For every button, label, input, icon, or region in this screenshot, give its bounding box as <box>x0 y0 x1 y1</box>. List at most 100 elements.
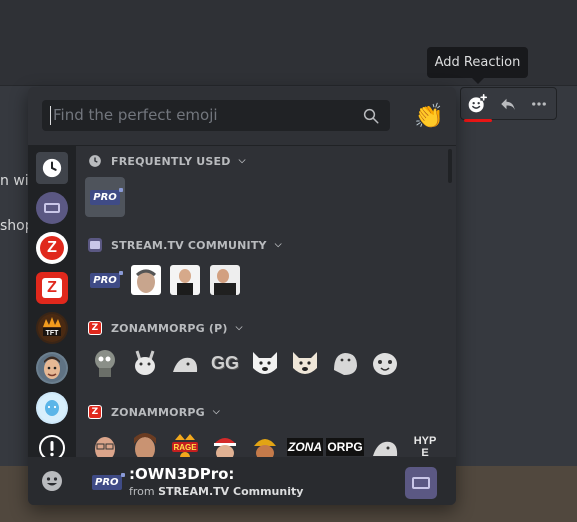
emoji-blob-2[interactable] <box>369 431 401 457</box>
emoji-search-input[interactable]: Find the perfect emoji <box>42 100 390 131</box>
more-button[interactable] <box>523 88 554 119</box>
emoji-blob[interactable] <box>169 347 201 379</box>
preview-source-name: STREAM.TV Community <box>158 485 304 498</box>
emoji-zona[interactable]: ZONA <box>287 431 323 457</box>
reply-button[interactable] <box>492 88 523 119</box>
category-zonammorpg-alt[interactable]: Z <box>36 272 68 304</box>
face-icon <box>38 354 66 382</box>
preview-emoji-source: from STREAM.TV Community <box>129 485 303 498</box>
preview-emoji-name: :OWN3DPro: <box>129 465 235 483</box>
search-placeholder: Find the perfect emoji <box>50 106 218 125</box>
tooltip-text: Add Reaction <box>434 55 521 70</box>
emoji-face-1[interactable] <box>130 264 162 296</box>
tft-icon: TFT <box>38 314 66 342</box>
section-header-zonammorpg[interactable]: Z ZONAMMORPG ⌵ <box>88 404 220 420</box>
search-icon <box>363 108 379 124</box>
annotation-underline <box>464 119 492 122</box>
emoji-picker: Find the perfect emoji 👏 Z Z TFT FREQUEN… <box>28 87 456 505</box>
face-emoji <box>131 265 161 295</box>
pro-badge: PRO <box>90 270 123 288</box>
emoji-hype[interactable]: HYPE <box>409 431 441 457</box>
emoji-gg[interactable]: GG <box>209 347 241 379</box>
divider <box>0 85 577 86</box>
message-action-bar <box>460 87 557 120</box>
server-avatar <box>405 467 437 499</box>
emoji-grid: FREQUENTLY USED ⌵ PRO STREAM.TV COMMUNIT… <box>76 146 450 457</box>
emoji-orpg[interactable]: ORPG <box>326 431 364 457</box>
smile-icon[interactable] <box>40 469 64 493</box>
helmet-emoji <box>254 439 276 457</box>
zombie-emoji <box>95 350 115 377</box>
category-stream-tv[interactable] <box>36 192 68 224</box>
section-header-frequently-used[interactable]: FREQUENTLY USED ⌵ <box>88 153 246 169</box>
clock-icon <box>88 154 102 168</box>
zonammorpg-icon: Z <box>88 405 102 419</box>
emoji-pro[interactable]: PRO <box>89 264 123 296</box>
emoji-happy-blob[interactable] <box>369 347 401 379</box>
gg-emoji-text: GG <box>210 352 239 373</box>
emoji-rage[interactable]: RAGE <box>169 431 201 457</box>
face-emoji <box>210 265 240 295</box>
emoji-pikachu[interactable] <box>129 347 161 379</box>
add-reaction-tooltip: Add Reaction <box>427 47 528 84</box>
face-emoji <box>95 437 115 457</box>
zona-emoji-text: ZONA <box>287 438 323 456</box>
blob-emoji <box>373 441 398 456</box>
chevron-down-icon: ⌵ <box>235 323 243 333</box>
emoji-zombie[interactable] <box>89 347 121 379</box>
category-balloon[interactable] <box>36 392 68 424</box>
svg-text:RAGE: RAGE <box>173 443 197 452</box>
balloon-icon <box>38 394 66 422</box>
preview-pro-badge: PRO <box>92 473 125 490</box>
svg-text:TFT: TFT <box>46 330 60 337</box>
section-header-stream-tv[interactable]: STREAM.TV COMMUNITY ⌵ <box>88 237 282 253</box>
pikachu-emoji <box>135 350 155 375</box>
section-title: FREQUENTLY USED <box>111 154 231 168</box>
category-face[interactable] <box>36 352 68 384</box>
category-recent[interactable] <box>36 152 68 184</box>
category-tft[interactable]: TFT <box>36 312 68 344</box>
chevron-down-icon: ⌵ <box>212 407 220 417</box>
chevron-down-icon: ⌵ <box>238 156 246 166</box>
emoji-doge-2[interactable] <box>289 347 321 379</box>
emoji-grid-scrollbar[interactable] <box>448 149 452 183</box>
reply-icon <box>500 98 515 110</box>
emoji-face-2[interactable] <box>169 264 201 296</box>
emoji-face-3[interactable] <box>209 264 241 296</box>
hype-emoji-text: HYPE <box>413 435 437 457</box>
emoji-gold-helmet[interactable] <box>249 431 281 457</box>
doge-emoji <box>253 352 277 374</box>
emoji-man-hair[interactable] <box>129 431 161 457</box>
emoji-thinking-blob[interactable] <box>329 347 361 379</box>
preview-from-prefix: from <box>129 485 159 498</box>
section-title: ZONAMMORPG (P) <box>111 321 228 335</box>
stream-tv-icon <box>44 203 60 213</box>
more-icon <box>531 101 546 106</box>
emoji-doge-1[interactable] <box>249 347 281 379</box>
section-title: STREAM.TV COMMUNITY <box>111 238 267 252</box>
emoji-own3dpro[interactable]: PRO <box>85 177 125 217</box>
section-header-zonammorpg-p[interactable]: Z ZONAMMORPG (P) ⌵ <box>88 320 243 336</box>
stream-tv-icon <box>88 238 102 252</box>
face-emoji <box>170 265 200 295</box>
blob-emoji <box>173 357 198 372</box>
face-emoji <box>134 433 156 457</box>
orpg-emoji-text: ORPG <box>326 438 364 456</box>
stream-tv-icon <box>412 477 430 489</box>
category-sidebar: Z Z TFT <box>28 146 76 461</box>
zonammorpg-icon: Z <box>40 236 64 260</box>
emoji-preview-footer: PRO :OWN3DPro: from STREAM.TV Community <box>28 457 456 505</box>
add-reaction-button[interactable] <box>461 88 492 119</box>
blob-emoji <box>334 353 357 375</box>
clap-emoji-icon[interactable]: 👏 <box>414 101 444 131</box>
category-zonammorpg[interactable]: Z <box>36 232 68 264</box>
doge-emoji <box>293 352 317 374</box>
recent-icon <box>42 158 62 178</box>
emoji-man-glasses[interactable] <box>89 431 121 457</box>
blob-emoji <box>373 353 397 375</box>
chevron-down-icon: ⌵ <box>274 240 282 250</box>
rage-emoji: RAGE <box>172 434 198 457</box>
add-reaction-icon <box>468 93 487 112</box>
emoji-santa[interactable] <box>209 431 241 457</box>
santa-emoji <box>214 438 236 457</box>
